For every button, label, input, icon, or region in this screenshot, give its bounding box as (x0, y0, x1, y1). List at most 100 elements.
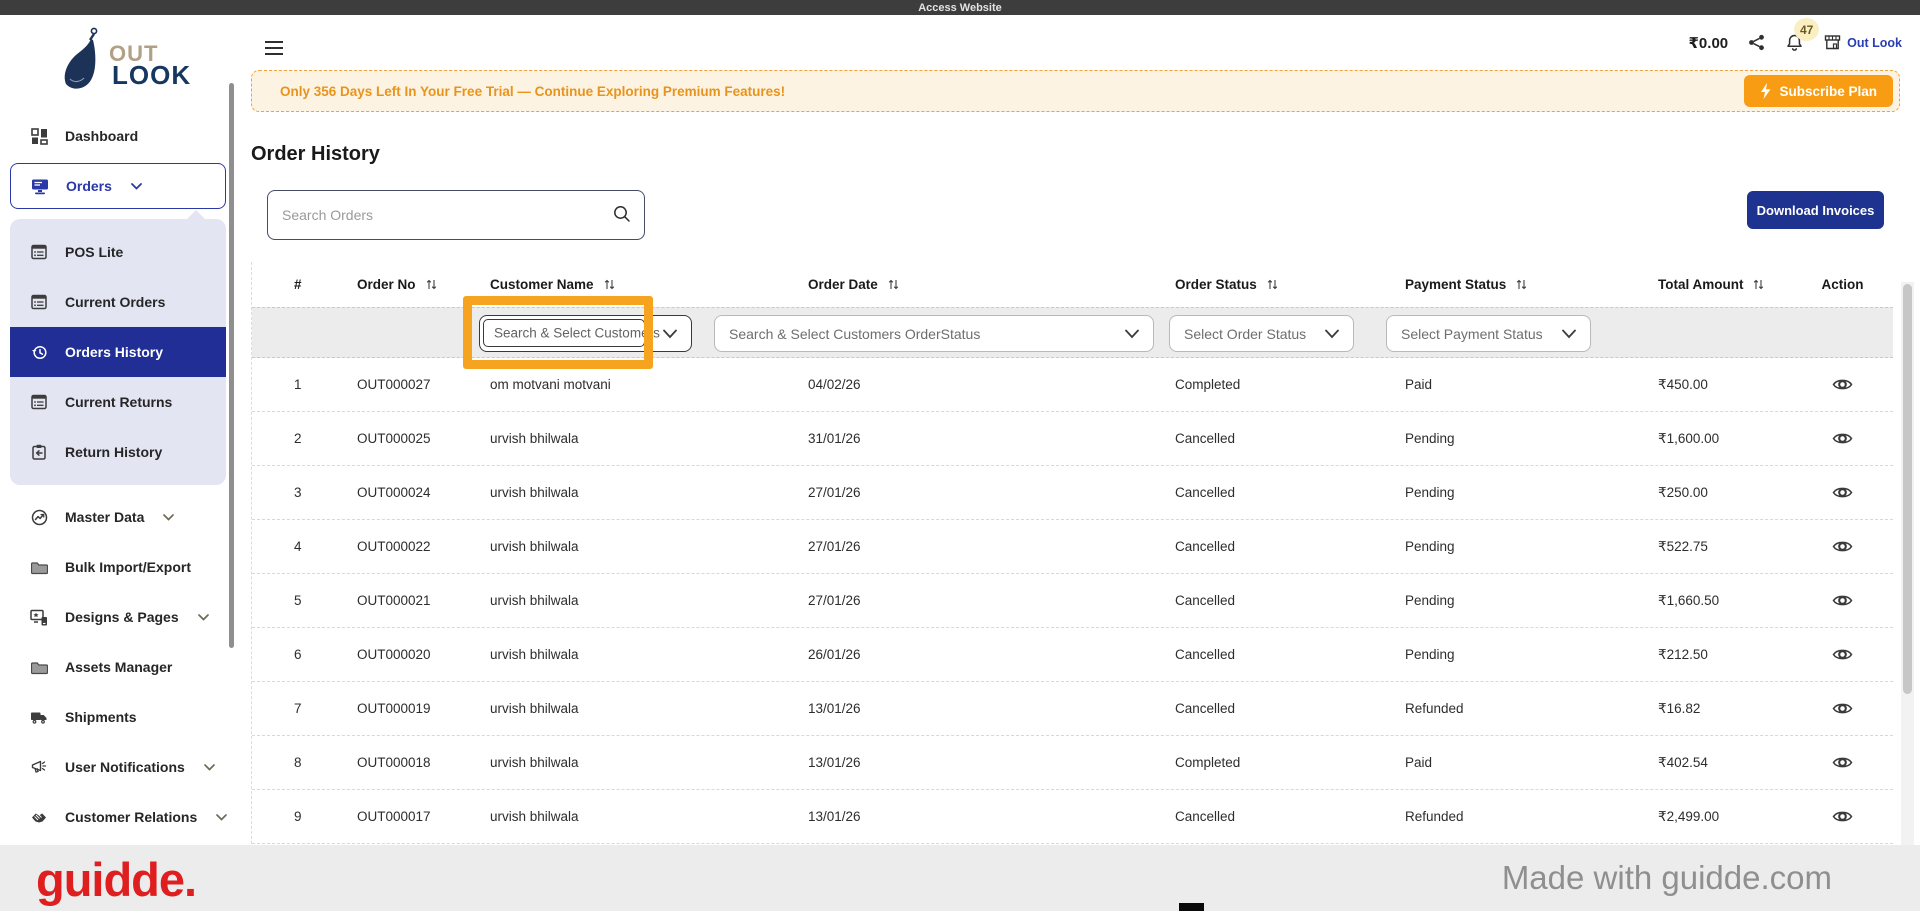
row-total-amount: ₹2,499.00 (1658, 808, 1720, 824)
order-status-filter-dropdown[interactable]: Select Order Status (1169, 315, 1354, 352)
download-invoices-button[interactable]: Download Invoices (1747, 191, 1884, 229)
sidebar-item-orders[interactable]: Orders (10, 163, 226, 209)
order-status-placeholder: Select Order Status (1184, 325, 1307, 342)
sidebar-item-customer-relations[interactable]: Customer Relations (0, 792, 236, 842)
table-row: 8 OUT000018 urvish bhilwala 13/01/26 Com… (252, 736, 1893, 790)
sidebar-item-label: Designs & Pages (65, 609, 179, 625)
view-order-button[interactable] (1827, 750, 1859, 776)
chevron-down-icon (1125, 329, 1139, 338)
row-order-date: 31/01/26 (808, 431, 861, 446)
view-order-button[interactable] (1827, 426, 1859, 452)
made-with-guidde-label: Made with guidde.com (1501, 859, 1832, 896)
row-order-date: 13/01/26 (808, 755, 861, 770)
row-customer: urvish bhilwala (490, 809, 579, 824)
folder-icon (30, 558, 48, 576)
col-header-payment-status: Payment Status (1381, 277, 1633, 292)
sidebar-item-shipments[interactable]: Shipments (0, 692, 236, 742)
subscribe-plan-button[interactable]: Subscribe Plan (1744, 75, 1893, 107)
share-icon[interactable] (1748, 34, 1765, 51)
sidebar-item-label: Orders (66, 178, 112, 194)
player-progress-segment (1179, 903, 1204, 911)
view-order-button[interactable] (1827, 372, 1859, 398)
trial-banner: Only 356 Days Left In Your Free Trial — … (251, 70, 1900, 112)
brand-logo[interactable]: OUT LOOK (0, 15, 236, 111)
sidebar-item-dashboard[interactable]: Dashboard (0, 111, 236, 161)
sidebar-item-designs-pages[interactable]: Designs & Pages (0, 592, 236, 642)
sidebar-item-label: Current Orders (65, 294, 166, 310)
sidebar-item-master-data[interactable]: Master Data (0, 492, 236, 542)
col-header-index: # (294, 277, 302, 292)
view-order-button[interactable] (1827, 696, 1859, 722)
view-order-button[interactable] (1827, 642, 1859, 668)
row-order-no: OUT000018 (357, 755, 431, 770)
main-scrollbar-track[interactable] (1901, 282, 1914, 845)
row-customer: urvish bhilwala (490, 539, 579, 554)
row-order-no: OUT000021 (357, 593, 431, 608)
orders-pos-icon (31, 177, 49, 195)
view-order-button[interactable] (1827, 588, 1859, 614)
table-row: 2 OUT000025 urvish bhilwala 31/01/26 Can… (252, 412, 1893, 466)
row-index: 9 (294, 809, 302, 824)
main-scrollbar-thumb[interactable] (1903, 284, 1912, 694)
tutorial-highlight-box (463, 296, 653, 369)
row-total-amount: ₹402.54 (1658, 754, 1708, 770)
row-index: 1 (294, 377, 302, 392)
row-total-amount: ₹450.00 (1658, 376, 1708, 392)
sidebar-item-label: User Notifications (65, 759, 185, 775)
row-order-status: Completed (1175, 755, 1241, 770)
sort-icon[interactable] (888, 279, 899, 290)
row-order-date: 13/01/26 (808, 809, 861, 824)
sidebar-item-orders-history[interactable]: Orders History (10, 327, 226, 377)
orders-search (267, 190, 645, 240)
col-header-customer: Customer Name (465, 277, 783, 292)
sidebar-item-current-returns[interactable]: Current Returns (10, 377, 226, 427)
notifications-bell-icon[interactable]: 47 (1785, 18, 1820, 52)
row-customer: urvish bhilwala (490, 485, 579, 500)
chevron-down-icon (1562, 329, 1576, 338)
view-order-button[interactable] (1827, 804, 1859, 830)
sidebar-item-label: Orders History (65, 344, 164, 360)
sort-icon[interactable] (1753, 279, 1764, 290)
row-order-no: OUT000027 (357, 377, 431, 392)
sidebar-item-return-history[interactable]: Return History (10, 427, 226, 477)
row-order-no: OUT000017 (357, 809, 431, 824)
table-row: 3 OUT000024 urvish bhilwala 27/01/26 Can… (252, 466, 1893, 520)
payment-status-filter-dropdown[interactable]: Select Payment Status (1386, 315, 1591, 352)
sidebar-item-bulk-import-export[interactable]: Bulk Import/Export (0, 542, 236, 592)
row-index: 5 (294, 593, 302, 608)
row-order-status: Completed (1175, 377, 1241, 392)
sidebar-item-label: POS Lite (65, 244, 124, 260)
sort-icon[interactable] (1267, 279, 1278, 290)
table-row: 5 OUT000021 urvish bhilwala 27/01/26 Can… (252, 574, 1893, 628)
row-index: 6 (294, 647, 302, 662)
dress-logo-icon (60, 27, 112, 99)
sort-icon[interactable] (426, 279, 437, 290)
sort-icon[interactable] (1516, 279, 1527, 290)
row-order-status: Cancelled (1175, 701, 1236, 716)
sidebar-item-current-orders[interactable]: Current Orders (10, 277, 226, 327)
view-order-button[interactable] (1827, 480, 1859, 506)
customer-orderstatus-filter-dropdown[interactable]: Search & Select Customers OrderStatus (714, 315, 1154, 352)
row-order-date: 27/01/26 (808, 539, 861, 554)
table-row: 6 OUT000020 urvish bhilwala 26/01/26 Can… (252, 628, 1893, 682)
sidebar-item-assets-manager[interactable]: Assets Manager (0, 642, 236, 692)
search-icon[interactable] (612, 204, 632, 224)
row-customer: om motvani motvani (490, 377, 611, 392)
chevron-down-icon (663, 329, 677, 338)
sidebar-item-user-notifications[interactable]: User Notifications (0, 742, 236, 792)
row-total-amount: ₹16.82 (1658, 700, 1701, 716)
bolt-icon (1760, 83, 1771, 99)
view-order-button[interactable] (1827, 534, 1859, 560)
access-website-bar[interactable]: Access Website (0, 0, 1920, 15)
sort-icon[interactable] (604, 279, 615, 290)
store-link[interactable]: Out Look (1824, 35, 1902, 50)
menu-toggle-button[interactable] (265, 41, 283, 55)
chevron-down-icon (1325, 329, 1339, 338)
sidebar-scrollbar-thumb[interactable] (229, 83, 234, 648)
sidebar-item-pos-lite[interactable]: POS Lite (10, 227, 226, 277)
row-total-amount: ₹250.00 (1658, 484, 1708, 500)
chevron-down-icon (131, 182, 142, 190)
brand-look-text: LOOK (112, 60, 192, 90)
search-orders-input[interactable] (267, 190, 645, 240)
analytics-circle-icon (30, 508, 48, 526)
